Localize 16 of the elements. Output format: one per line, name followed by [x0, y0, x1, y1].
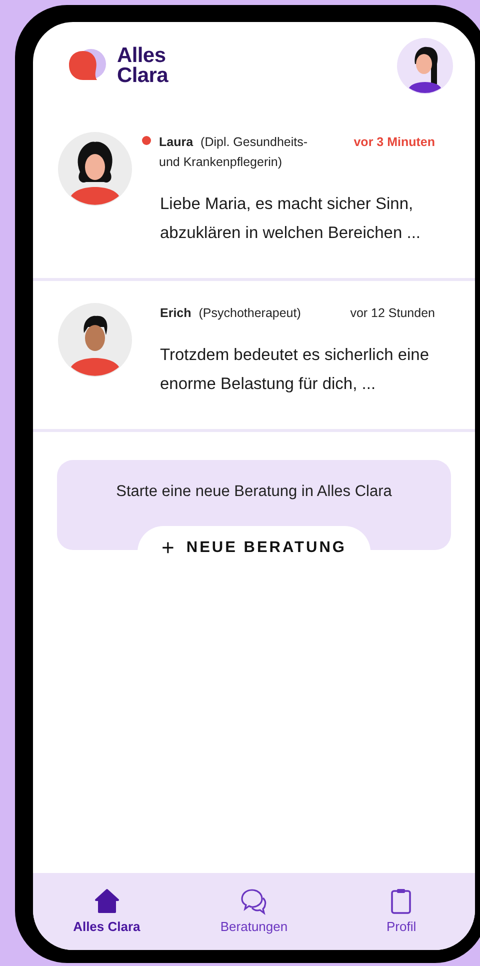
profile-avatar-icon[interactable]	[397, 38, 453, 94]
message-time: vor 3 Minuten	[354, 134, 435, 151]
counselor-name: Erich (Psychotherapeut)	[160, 305, 301, 322]
message-preview[interactable]: Liebe Maria, es macht sicher Sinn, abzuklären in welchen Bereichen ...	[160, 190, 435, 248]
avatar-icon	[58, 303, 132, 377]
chat-bubbles-icon	[240, 887, 268, 915]
logo-text: Alles Clara	[117, 46, 168, 86]
home-icon	[92, 887, 121, 915]
nav-tab[interactable]: Beratungen	[180, 873, 328, 948]
counselor-name: Laura (Dipl. Gesundheits- und Krankenpflegerin)	[159, 134, 309, 171]
new-consultation-prompt: Starte eine neue Beratung in Alles Clara	[116, 483, 392, 502]
nav-tab[interactable]: Profil	[328, 873, 475, 948]
message-time: vor 12 Stunden	[350, 305, 435, 322]
message-preview[interactable]: Trotzdem bedeutet es sicherlich eine enorme Belastung für dich, ...	[160, 341, 435, 399]
avatar-icon	[58, 132, 132, 206]
nav-tab[interactable]: Alles Clara	[33, 873, 180, 948]
